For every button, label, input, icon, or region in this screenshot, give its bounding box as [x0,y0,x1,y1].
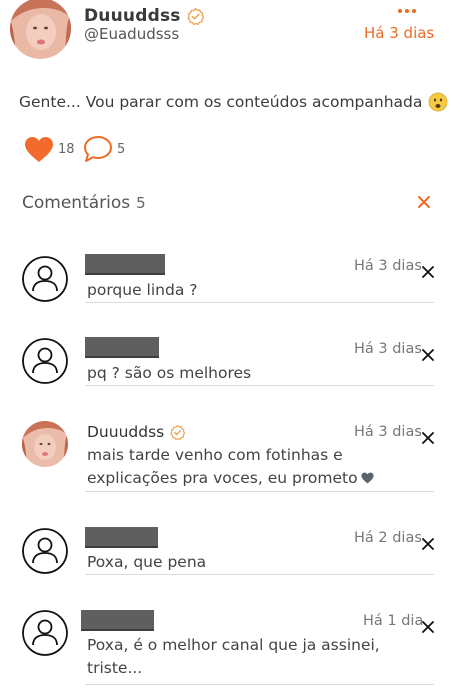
comment-button[interactable] [83,135,113,163]
comment-timestamp: Há 1 dia [363,613,424,629]
close-icon [422,621,434,633]
comment-text-line: mais tarde venho com fotinhas e [87,446,343,464]
comment-timestamp: Há 3 dias [354,258,422,274]
comment-text: porque linda ? [87,281,198,299]
delete-comment-button[interactable] [422,535,434,550]
post-handle: @Euadudsss [84,25,180,43]
close-icon [422,432,434,444]
post-text-row: Gente... Vou parar com os conteúdos acom… [19,92,448,112]
comment-text: Poxa, é o melhor canal que ja assinei, t… [87,634,427,680]
comment-divider [85,684,434,685]
comment-text-line: triste... [87,659,143,677]
comments-heading: Comentários 5 [22,193,146,213]
comments-heading-count: 5 [136,194,146,212]
comment-text-line: Poxa, é o melhor canal que ja assinei, [87,636,380,654]
verified-badge-icon [170,424,186,440]
comment-timestamp: Há 3 dias [354,424,422,440]
post-author-avatar[interactable] [10,0,71,59]
delete-comment-button[interactable] [422,429,434,444]
comment-divider [85,302,434,303]
likes-count: 18 [58,142,75,157]
close-icon [422,266,434,278]
comment-author-name[interactable]: Duuuddss [87,423,164,441]
close-icon [418,196,430,208]
more-options-icon[interactable] [397,0,417,13]
default-avatar-icon[interactable] [22,256,68,302]
close-icon [422,538,434,550]
comment-item: Há 3 dias porque linda ? [0,250,474,310]
speech-bubble-icon [84,136,112,162]
frowning-face-icon [428,92,448,112]
comment-text: mais tarde venho com fotinhas e explicaç… [87,444,427,490]
default-avatar-icon[interactable] [22,338,68,384]
comment-timestamp: Há 3 dias [354,341,422,357]
comment-timestamp: Há 2 dias [354,530,422,546]
comments-count: 5 [117,142,126,157]
comment-divider [85,385,434,386]
post-username[interactable]: Duuuddss [84,6,181,26]
close-icon [422,349,434,361]
comment-text: pq ? são os melhores [87,364,252,382]
comment-divider [85,574,434,575]
default-avatar-icon[interactable] [22,528,68,574]
comment-item: Há 1 dia Poxa, é o melhor canal que ja a… [0,606,474,697]
verified-badge-icon [186,7,205,25]
delete-comment-button[interactable] [422,618,434,633]
author-avatar[interactable] [22,421,68,467]
comment-item: Há 3 dias pq ? são os melhores [0,334,474,394]
post-text: Gente... Vou parar com os conteúdos acom… [19,93,423,111]
comment-divider [85,491,434,492]
comment-text-line: explicações pra voces, eu prometo [87,469,358,487]
like-button[interactable] [24,136,54,163]
redacted-username [81,610,154,631]
comment-item: Duuuddss Há 3 dias mais tarde venho com … [0,418,474,498]
post-timestamp: Há 3 dias [364,24,435,42]
redacted-username [85,527,158,548]
close-comments-button[interactable] [416,194,432,210]
heart-icon [25,137,53,162]
comment-text-line-with-heart: explicações pra voces, eu prometo [87,467,427,490]
comment-author-row[interactable]: Duuuddss [87,423,186,441]
comment-item: Há 2 dias Poxa, que pena [0,522,474,582]
default-avatar-icon[interactable] [22,610,68,656]
heart-icon [361,468,374,484]
redacted-username [85,337,159,358]
redacted-username [85,254,165,275]
delete-comment-button[interactable] [422,346,434,361]
delete-comment-button[interactable] [422,263,434,278]
comment-text: Poxa, que pena [87,553,207,571]
comments-heading-label: Comentários [22,193,131,213]
